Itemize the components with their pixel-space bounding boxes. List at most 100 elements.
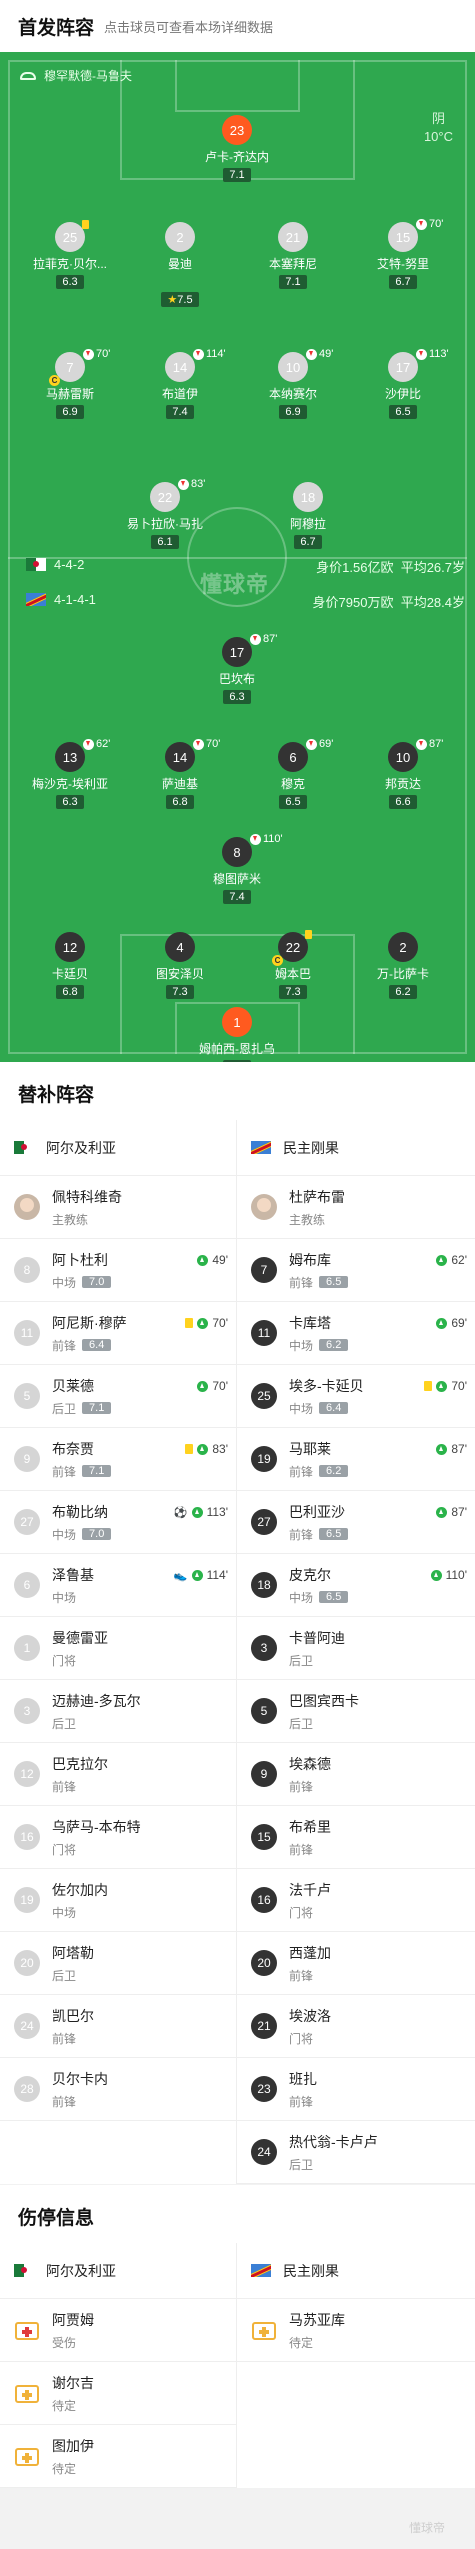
- sub-info: 巴利亚沙 前锋 6.5: [289, 1502, 349, 1543]
- sub-row[interactable]: 23 班扎 前锋: [237, 2058, 475, 2121]
- sub-row[interactable]: 3 卡普阿迪 后卫: [237, 1617, 475, 1680]
- sub-position-row: 前锋 6.4: [52, 1337, 127, 1354]
- sub-row[interactable]: 11 卡库塔 中场 6.2 69': [237, 1302, 475, 1365]
- sub-position-row: 后卫: [52, 1967, 94, 1984]
- sub-info: 埃多-卡延贝 中场 6.4: [289, 1376, 364, 1417]
- home-player-10[interactable]: 22 易卜拉欣·马扎 6.1 83': [120, 478, 210, 550]
- sub-row[interactable]: 21 埃波洛 门将: [237, 1995, 475, 2058]
- sub-number: 24: [251, 2139, 277, 2165]
- injury-row[interactable]: 马苏亚库 待定: [237, 2299, 475, 2362]
- sub-row[interactable]: 5 巴图宾西卡 后卫: [237, 1680, 475, 1743]
- home-player-8[interactable]: 10 本纳赛尔 6.9 49': [248, 348, 338, 420]
- sub-position: 前锋: [52, 2031, 77, 2046]
- sub-row[interactable]: 24 热代翁-卡卢卢 后卫: [237, 2121, 475, 2184]
- sub-row[interactable]: 19 佐尔加内 中场: [0, 1869, 236, 1932]
- sub-off-marker: 69': [306, 738, 333, 750]
- jersey-number: 8: [222, 837, 252, 867]
- away-coach-row[interactable]: 杜萨布雷 主教练: [237, 1176, 475, 1239]
- sub-row[interactable]: 20 阿塔勒 后卫: [0, 1932, 236, 1995]
- away-player-9[interactable]: 22 C 姆本巴 7.3: [248, 932, 338, 1000]
- sub-row[interactable]: 8 阿卜杜利 中场 7.0 49': [0, 1239, 236, 1302]
- sub-row[interactable]: 9 布奈贾 前锋 7.1 83': [0, 1428, 236, 1491]
- sub-row[interactable]: 5 贝莱德 后卫 7.1 70': [0, 1365, 236, 1428]
- sub-row[interactable]: 1 曼德雷亚 门将: [0, 1617, 236, 1680]
- away-formation: 4-1-4-1: [54, 592, 96, 607]
- home-player-7[interactable]: 14 布道伊 7.4 114': [135, 348, 226, 420]
- sub-row[interactable]: 11 阿尼斯·穆萨 前锋 6.4 70': [0, 1302, 236, 1365]
- away-player-6[interactable]: 8 穆图萨米 7.4 110': [192, 833, 283, 905]
- injury-name: 阿贾姆: [52, 2311, 94, 2328]
- sub-number: 19: [251, 1446, 277, 1472]
- home-player-3[interactable]: 2 曼迪 ★7.5: [135, 222, 225, 308]
- sub-number: 23: [251, 2076, 277, 2102]
- sub-row[interactable]: 16 法千卢 门将: [237, 1869, 475, 1932]
- injury-name: 图加伊: [52, 2437, 94, 2454]
- sub-row[interactable]: 24 凯巴尔 前锋: [0, 1995, 236, 2058]
- sub-events: 👟 114': [174, 1568, 228, 1582]
- home-player-1[interactable]: 23 卢卡-齐达内 7.1: [192, 115, 282, 183]
- sub-row[interactable]: 19 马耶莱 前锋 6.2 87': [237, 1428, 475, 1491]
- player-rating: 6.3: [223, 690, 251, 704]
- algeria-flag-icon: [26, 558, 46, 571]
- away-player-4[interactable]: 6 穆克 6.5 69': [248, 738, 338, 810]
- sub-position-row: 前锋 6.5: [289, 1274, 349, 1291]
- home-player-2[interactable]: 25 拉菲克·贝尔... 6.3: [25, 222, 115, 290]
- sub-row[interactable]: 16 乌萨马-本布特 门将: [0, 1806, 236, 1869]
- sub-row[interactable]: 18 皮克尔 中场 6.5 110': [237, 1554, 475, 1617]
- sub-position: 中场: [289, 1338, 314, 1353]
- away-player-1[interactable]: 17 巴坎布 6.3 87': [192, 633, 282, 705]
- sub-row[interactable]: 20 西蓬加 前锋: [237, 1932, 475, 1995]
- home-player-11[interactable]: 18 阿穆拉 6.7: [263, 482, 353, 550]
- sub-row[interactable]: 28 贝尔卡内 前锋: [0, 2058, 236, 2121]
- sub-name: 巴利亚沙: [289, 1503, 345, 1520]
- home-coach-row[interactable]: 佩特科维奇 主教练: [0, 1176, 236, 1239]
- sub-row[interactable]: 12 巴克拉尔 前锋: [0, 1743, 236, 1806]
- sub-row[interactable]: 7 姆布库 前锋 6.5 62': [237, 1239, 475, 1302]
- sub-rating: 6.2: [319, 1465, 349, 1477]
- home-player-4[interactable]: 21 本塞拜尼 7.1: [248, 222, 338, 290]
- sub-row[interactable]: 3 迈赫迪-多瓦尔 后卫: [0, 1680, 236, 1743]
- sub-number: 25: [251, 1383, 277, 1409]
- injury-row[interactable]: 图加伊 待定: [0, 2425, 236, 2488]
- sub-row[interactable]: 27 布勒比纳 中场 7.0 ⚽ 113': [0, 1491, 236, 1554]
- player-rating: 6.8: [56, 985, 84, 999]
- sub-on-minute: 70': [451, 1379, 467, 1393]
- home-player-6[interactable]: 7 C 马赫雷斯 6.9 70': [25, 348, 115, 420]
- sub-row[interactable]: 15 布希里 前锋: [237, 1806, 475, 1869]
- sub-off-icon: [193, 738, 204, 750]
- sub-row[interactable]: 27 巴利亚沙 前锋 6.5 87': [237, 1491, 475, 1554]
- sub-position: 前锋: [289, 2094, 314, 2109]
- sub-on-icon: [436, 1317, 448, 1329]
- sub-row[interactable]: 6 泽鲁基 中场 👟 114': [0, 1554, 236, 1617]
- player-name: 沙伊比: [384, 387, 421, 401]
- away-player-10[interactable]: 2 万-比萨卡 6.2: [358, 932, 448, 1000]
- away-player-7[interactable]: 12 卡廷贝 6.8: [25, 932, 115, 1000]
- sub-row[interactable]: 9 埃森德 前锋: [237, 1743, 475, 1806]
- home-coach-label: 主教练: [52, 1212, 89, 1227]
- footer-watermark: 懂球帝: [408, 2521, 445, 2535]
- home-player-9[interactable]: 17 沙伊比 6.5 113': [358, 348, 449, 420]
- away-player-8[interactable]: 4 图安泽贝 7.3: [135, 932, 225, 1000]
- away-player-3[interactable]: 14 萨迪基 6.8 70': [135, 738, 225, 810]
- sub-off-marker: 113': [416, 348, 449, 360]
- sub-row[interactable]: 25 埃多-卡延贝 中场 6.4 70': [237, 1365, 475, 1428]
- home-player-5[interactable]: 15 艾特-努里 6.7 70': [358, 218, 448, 290]
- sub-name: 埃多-卡延贝: [289, 1377, 364, 1394]
- weather: 阴 10°C: [424, 110, 453, 146]
- sub-number: 19: [14, 1887, 40, 1913]
- sub-position-row: 中场 6.2: [289, 1337, 349, 1354]
- injury-row[interactable]: 谢尔吉 待定: [0, 2362, 236, 2425]
- away-player-2[interactable]: 13 梅沙克-埃利亚 6.3 62': [25, 738, 115, 810]
- sub-events: 70': [424, 1379, 467, 1393]
- yellow-card-icon: [185, 1444, 194, 1454]
- injury-status: 待定: [52, 2461, 77, 2476]
- sub-rating: 6.2: [319, 1339, 349, 1351]
- away-player-5[interactable]: 10 邦贡达 6.6 87': [358, 738, 448, 810]
- injury-row[interactable]: 阿贾姆 受伤: [0, 2299, 236, 2362]
- sub-info: 姆布库 前锋 6.5: [289, 1250, 349, 1291]
- player-name: 易卜拉欣·马扎: [127, 517, 203, 531]
- sub-info: 阿卜杜利 中场 7.0: [52, 1250, 112, 1291]
- away-player-11[interactable]: 1姆帕西-恩扎乌6.8: [192, 1007, 282, 1062]
- injury-status: 受伤: [52, 2335, 77, 2350]
- sub-name: 阿卜杜利: [52, 1251, 108, 1268]
